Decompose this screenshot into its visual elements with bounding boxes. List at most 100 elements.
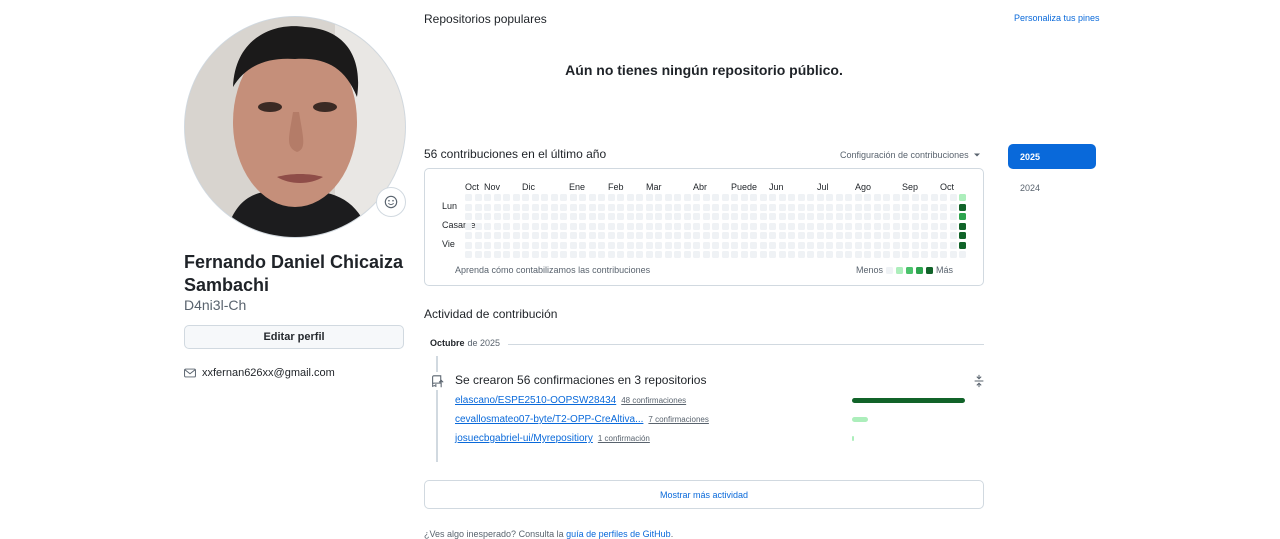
calendar-day-cell[interactable] bbox=[949, 203, 957, 211]
calendar-day-cell[interactable] bbox=[579, 203, 586, 211]
calendar-day-cell[interactable] bbox=[503, 222, 510, 230]
calendar-day-cell[interactable] bbox=[484, 232, 491, 239]
calendar-day-cell[interactable] bbox=[484, 241, 491, 249]
year-2025-button[interactable]: 2025 bbox=[1008, 144, 1096, 169]
calendar-day-cell[interactable] bbox=[826, 203, 833, 211]
commit-count-link[interactable]: 48 confirmaciones bbox=[621, 396, 686, 405]
calendar-day-cell[interactable] bbox=[712, 194, 719, 201]
calendar-day-cell[interactable] bbox=[655, 241, 662, 249]
calendar-day-cell[interactable] bbox=[873, 194, 881, 201]
calendar-day-cell[interactable] bbox=[541, 213, 548, 220]
calendar-day-cell[interactable] bbox=[636, 222, 643, 230]
calendar-day-cell[interactable] bbox=[835, 232, 843, 239]
calendar-day-cell[interactable] bbox=[579, 194, 586, 201]
calendar-day-cell[interactable] bbox=[550, 213, 558, 220]
calendar-day-cell[interactable] bbox=[930, 194, 938, 201]
calendar-day-cell[interactable] bbox=[674, 203, 681, 211]
calendar-day-cell[interactable] bbox=[702, 194, 710, 201]
calendar-day-cell[interactable] bbox=[921, 203, 928, 211]
calendar-day-cell[interactable] bbox=[588, 194, 596, 201]
calendar-day-cell[interactable] bbox=[873, 241, 881, 249]
commits-summary[interactable]: Se crearon 56 confirmaciones en 3 reposi… bbox=[455, 373, 706, 387]
calendar-day-cell[interactable] bbox=[569, 251, 577, 258]
calendar-day-cell[interactable] bbox=[693, 241, 700, 249]
calendar-day-cell[interactable] bbox=[959, 194, 966, 201]
calendar-day-cell[interactable] bbox=[712, 213, 719, 220]
calendar-day-cell[interactable] bbox=[484, 213, 491, 220]
calendar-day-cell[interactable] bbox=[683, 251, 691, 258]
calendar-day-cell[interactable] bbox=[845, 251, 852, 258]
calendar-day-cell[interactable] bbox=[607, 194, 615, 201]
calendar-day-cell[interactable] bbox=[797, 213, 805, 220]
calendar-day-cell[interactable] bbox=[854, 203, 862, 211]
calendar-day-cell[interactable] bbox=[569, 194, 577, 201]
calendar-day-cell[interactable] bbox=[921, 222, 928, 230]
calendar-day-cell[interactable] bbox=[921, 194, 928, 201]
calendar-day-cell[interactable] bbox=[883, 203, 890, 211]
calendar-day-cell[interactable] bbox=[626, 203, 634, 211]
calendar-day-cell[interactable] bbox=[864, 203, 871, 211]
calendar-day-cell[interactable] bbox=[531, 203, 539, 211]
calendar-day-cell[interactable] bbox=[617, 213, 624, 220]
calendar-day-cell[interactable] bbox=[645, 232, 653, 239]
calendar-day-cell[interactable] bbox=[560, 251, 567, 258]
calendar-day-cell[interactable] bbox=[579, 213, 586, 220]
calendar-day-cell[interactable] bbox=[769, 213, 776, 220]
calendar-day-cell[interactable] bbox=[911, 232, 919, 239]
calendar-day-cell[interactable] bbox=[607, 232, 615, 239]
calendar-day-cell[interactable] bbox=[750, 241, 757, 249]
profile-email[interactable]: xxfernan626xx@gmail.com bbox=[184, 367, 335, 379]
calendar-day-cell[interactable] bbox=[569, 232, 577, 239]
calendar-day-cell[interactable] bbox=[921, 232, 928, 239]
calendar-day-cell[interactable] bbox=[759, 203, 767, 211]
calendar-day-cell[interactable] bbox=[740, 251, 748, 258]
calendar-day-cell[interactable] bbox=[683, 213, 691, 220]
calendar-day-cell[interactable] bbox=[930, 203, 938, 211]
calendar-day-cell[interactable] bbox=[465, 251, 472, 258]
calendar-day-cell[interactable] bbox=[940, 213, 947, 220]
calendar-day-cell[interactable] bbox=[731, 194, 738, 201]
calendar-day-cell[interactable] bbox=[911, 222, 919, 230]
calendar-day-cell[interactable] bbox=[769, 251, 776, 258]
calendar-day-cell[interactable] bbox=[541, 194, 548, 201]
calendar-day-cell[interactable] bbox=[645, 241, 653, 249]
calendar-day-cell[interactable] bbox=[626, 241, 634, 249]
calendar-day-cell[interactable] bbox=[617, 232, 624, 239]
calendar-day-cell[interactable] bbox=[864, 232, 871, 239]
calendar-day-cell[interactable] bbox=[759, 222, 767, 230]
calendar-day-cell[interactable] bbox=[835, 203, 843, 211]
calendar-day-cell[interactable] bbox=[484, 251, 491, 258]
calendar-day-cell[interactable] bbox=[940, 203, 947, 211]
calendar-day-cell[interactable] bbox=[788, 203, 795, 211]
calendar-day-cell[interactable] bbox=[674, 251, 681, 258]
calendar-day-cell[interactable] bbox=[854, 251, 862, 258]
calendar-day-cell[interactable] bbox=[626, 251, 634, 258]
calendar-day-cell[interactable] bbox=[474, 241, 482, 249]
calendar-day-cell[interactable] bbox=[503, 213, 510, 220]
calendar-day-cell[interactable] bbox=[493, 203, 501, 211]
calendar-day-cell[interactable] bbox=[902, 241, 909, 249]
calendar-day-cell[interactable] bbox=[683, 222, 691, 230]
calendar-day-cell[interactable] bbox=[531, 222, 539, 230]
calendar-day-cell[interactable] bbox=[550, 194, 558, 201]
calendar-day-cell[interactable] bbox=[750, 222, 757, 230]
calendar-day-cell[interactable] bbox=[731, 251, 738, 258]
calendar-day-cell[interactable] bbox=[778, 232, 786, 239]
calendar-day-cell[interactable] bbox=[769, 203, 776, 211]
calendar-day-cell[interactable] bbox=[788, 241, 795, 249]
calendar-day-cell[interactable] bbox=[617, 194, 624, 201]
calendar-day-cell[interactable] bbox=[721, 194, 729, 201]
calendar-day-cell[interactable] bbox=[826, 213, 833, 220]
calendar-day-cell[interactable] bbox=[636, 232, 643, 239]
calendar-day-cell[interactable] bbox=[588, 222, 596, 230]
calendar-day-cell[interactable] bbox=[512, 203, 520, 211]
calendar-day-cell[interactable] bbox=[797, 203, 805, 211]
calendar-day-cell[interactable] bbox=[902, 213, 909, 220]
calendar-day-cell[interactable] bbox=[541, 222, 548, 230]
calendar-day-cell[interactable] bbox=[740, 222, 748, 230]
calendar-day-cell[interactable] bbox=[702, 251, 710, 258]
calendar-day-cell[interactable] bbox=[854, 213, 862, 220]
calendar-day-cell[interactable] bbox=[503, 241, 510, 249]
calendar-day-cell[interactable] bbox=[949, 222, 957, 230]
calendar-day-cell[interactable] bbox=[598, 194, 605, 201]
